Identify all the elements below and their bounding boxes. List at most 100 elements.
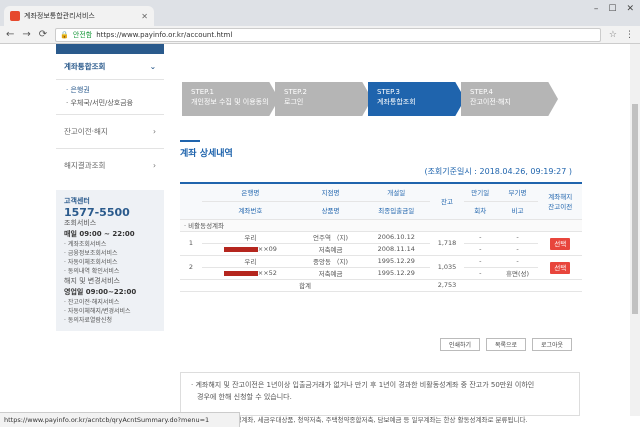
browser-menu-icon[interactable]: ⋮ [625,30,634,40]
maturity: - [463,231,497,244]
step-number: STEP.2 [284,88,307,96]
scrollbar[interactable] [630,44,640,416]
lock-icon: 🔒 [60,30,69,39]
round: - [463,243,497,256]
col-header: 회차 [463,201,497,220]
scrollbar-thumb[interactable] [632,104,638,314]
open-date: 1995.12.29 [362,255,431,268]
footer-note: ※ 대출약정계좌, 세금우대상품, 청약저축, 주택청약종합저축, 담보예금 등… [210,416,528,424]
notice-text: 경우에 한해 신청할 수 있습니다. [197,393,292,401]
back-icon[interactable]: ← [6,29,14,40]
col-header: 만기일 [463,183,497,202]
notice-text: · 계좌해지 및 잔고이전은 1년이상 입출금거래가 없거나 만기 후 1년이 … [191,381,535,389]
list-button[interactable]: 목록으로 [486,338,526,351]
step-1: STEP.1 개인정보 수집 및 이용동의 [182,82,279,116]
category-label: · 비활동성계좌 [180,219,582,232]
site-favicon-icon [10,11,20,21]
sidebar-sub-post[interactable]: · 우체국/서민/상호금융 [66,97,154,110]
maximize-icon[interactable]: ☐ [608,4,616,14]
note: - [496,243,539,256]
sidebar-submenu: · 은행권 · 우체국/서민/상호금융 [56,80,164,114]
step-label: 계좌통합조회 [377,98,416,106]
sidebar-head-label: 계좌통합조회 [64,62,106,71]
sidebar-sub-bank[interactable]: · 은행권 [66,84,154,97]
sidebar-item-account-query[interactable]: 계좌통합조회 ⌄ [56,54,164,80]
secure-label: 안전함 [72,30,93,39]
product-name: 저축예금 [298,243,363,256]
select-button[interactable]: 선택 [550,262,571,274]
cs-a-time: 매일 09:00 ~ 22:00 [64,230,135,238]
table-row: 2 우리 중앙동 （지) 1995.12.29 1,035- - 선택 [180,255,582,280]
step-indicator: STEP.1 개인정보 수집 및 이용동의 STEP.2 로그인 STEP.3 계좌통… [182,82,558,116]
col-header: 계좌해지 잔고이전 [538,183,582,220]
notice-box: · 계좌해지 및 잔고이전은 1년이상 입출금거래가 없거나 만기 후 1년이 … [180,372,580,416]
balance: 1,035 [430,255,464,280]
col-no [180,183,202,220]
step-number: STEP.3 [377,88,400,96]
minimize-icon[interactable]: – [594,4,599,14]
status-bar: https://www.payinfo.or.kr/acntcb/qryAcnt… [0,412,240,427]
action-buttons: 인쇄하기 목록으로 로그아웃 [440,338,572,351]
bank-name: 우리 [202,231,299,244]
note: 휴면(성) [496,267,539,280]
forward-icon[interactable]: → [22,29,30,40]
total-balance: 2,753 [430,279,464,292]
memo: - [496,231,539,244]
close-icon[interactable]: ✕ [141,12,148,21]
url-field[interactable]: 🔒 안전함 https://www.payinfo.or.kr/account.… [55,27,601,42]
main-content: STEP.1 개인정보 수집 및 이용동의 STEP.2 로그인 STEP.3 계좌통… [178,44,584,416]
step-3: STEP.3 계좌통합조회 [368,82,465,116]
sidebar-item-transfer[interactable]: 잔고이전·해지 › [56,114,164,148]
col-header: 개설일 [362,183,431,202]
chevron-right-icon: › [153,161,156,170]
open-date: 2006.10.12 [362,231,431,244]
col-header: 은행명 [202,183,299,202]
sidebar-top-bar [56,44,164,54]
sidebar-item-result[interactable]: 해지결과조회 › [56,148,164,182]
round: - [463,267,497,280]
cs-phone: 1577-5500 [64,206,130,219]
step-4: STEP.4 잔고이전·해지 [461,82,558,116]
step-2: STEP.2 로그인 [275,82,372,116]
action-cell: 선택 [538,255,582,280]
last-date: 2008.11.14 [362,243,431,256]
url-text: https://www.payinfo.or.kr/account.html [96,30,233,39]
window-controls: – ☐ ✕ [594,4,634,14]
chevron-right-icon: › [153,127,156,136]
col-header: 계좌번호 [202,201,299,220]
bank-name: 우리 [202,255,299,268]
reload-icon[interactable]: ⟳ [39,29,47,40]
col-header: 부기명 [496,183,539,202]
cs-a-list: · 계좌조회서비스 · 금융정보조회서비스 · 자동이체조회서비스 · 동의내역… [64,241,120,275]
logout-button[interactable]: 로그아웃 [532,338,572,351]
close-window-icon[interactable]: ✕ [626,4,634,14]
table-header-row: 은행명 지점명 개설일 잔고 만기일 부기명 계좌해지 잔고이전 [180,183,582,220]
step-number: STEP.1 [191,88,214,96]
row-no: 1 [180,231,202,256]
total-empty [463,279,582,292]
table-header-row: 계좌번호 상품명 최종입출금일 회차 비고 [180,201,582,220]
branch-name: 중앙동 （지) [298,255,363,268]
row-no: 2 [180,255,202,280]
section-title: 계좌 상세내역 [180,140,233,159]
browser-tab[interactable]: 계좌정보통합관리서비스 ✕ [4,6,154,26]
step-label: 로그인 [284,98,304,106]
masked-account [223,246,258,252]
total-label: 합계 [180,279,431,292]
account-suffix: ××09 [257,245,277,253]
table-row: ××09 저축예금 2008.11.14 - - [180,243,582,256]
last-date: 1995.12.29 [362,267,431,280]
step-number: STEP.4 [470,88,493,96]
select-button[interactable]: 선택 [550,238,571,250]
sidebar-item-label: 잔고이전·해지 [64,127,108,136]
chevron-down-icon: ⌄ [149,62,156,71]
cs-b-time: 영업일 09:00~22:00 [64,288,137,296]
print-button[interactable]: 인쇄하기 [440,338,480,351]
product-name: 저축예금 [298,267,363,280]
memo: - [496,255,539,268]
maturity: - [463,255,497,268]
cs-b-list: · 잔고이전·해지서비스 · 자동이체해지/변경서비스 · 동의자료열람신청 [64,299,131,324]
customer-center: 고객센터 1577-5500 조회서비스 매일 09:00 ~ 22:00 · … [56,190,164,331]
bookmark-star-icon[interactable]: ☆ [609,30,617,40]
account-number: ××09 [202,243,299,256]
